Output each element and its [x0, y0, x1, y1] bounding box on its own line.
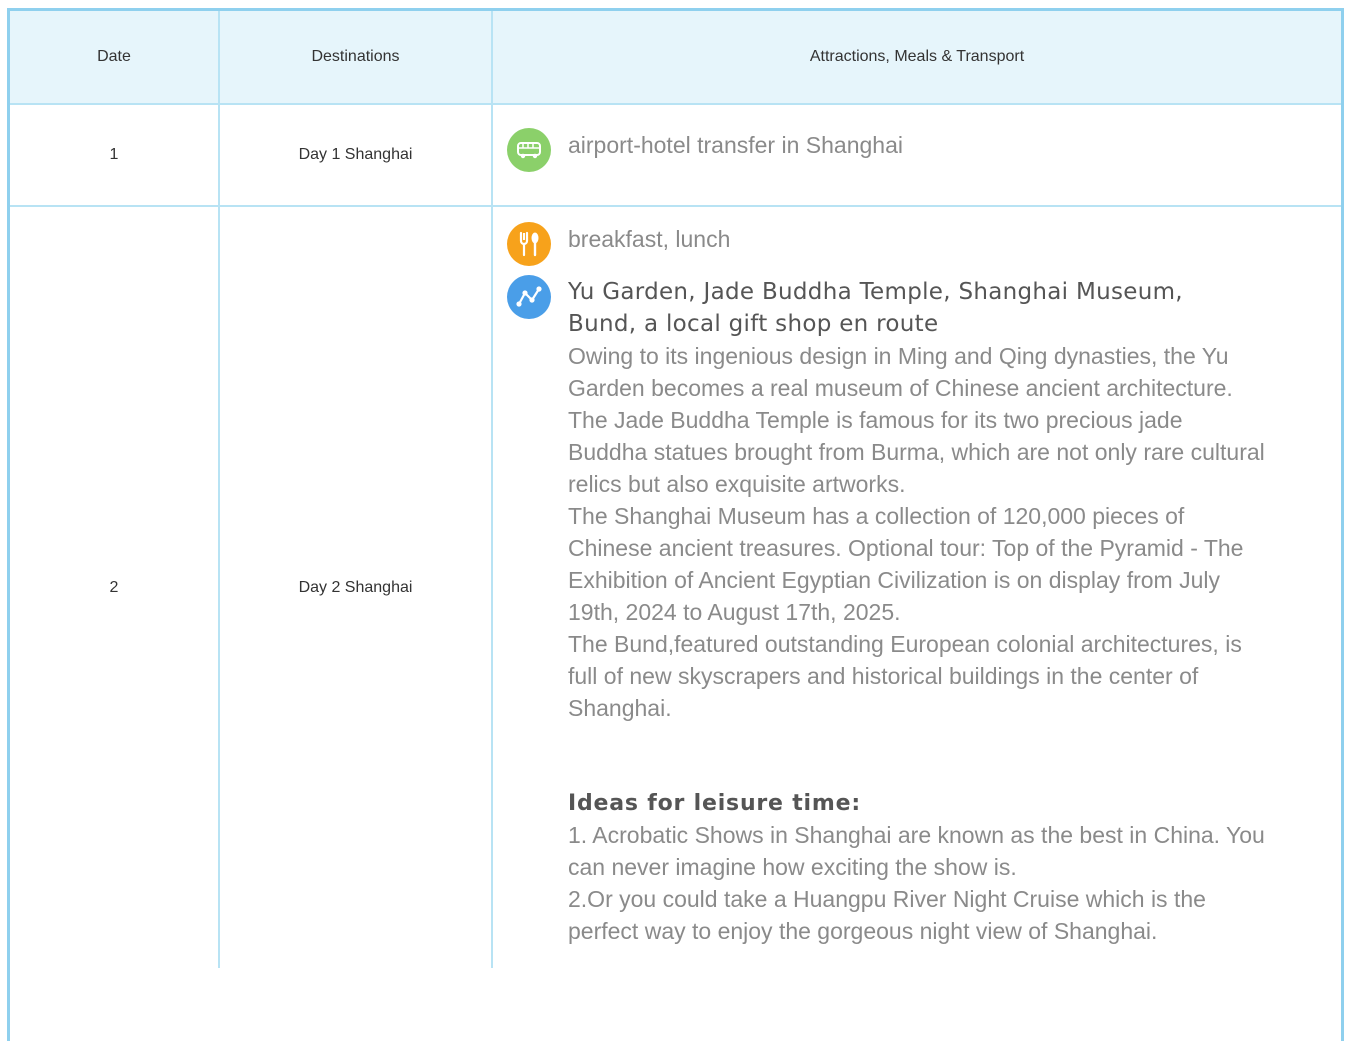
- attractions-title-line: Yu Garden, Jade Buddha Temple, Shanghai …: [568, 279, 1183, 305]
- row2-destination: Day 2 Shanghai: [298, 579, 413, 596]
- fork-knife-icon: [507, 222, 551, 266]
- header-destinations: Destinations: [311, 48, 400, 65]
- row1-date: 1: [109, 146, 119, 163]
- row1-destination: Day 1 Shanghai: [298, 146, 413, 163]
- attractions-title-line: Bund, a local gift shop en route: [568, 311, 939, 337]
- description-bund: The Bund,featured outstanding European c…: [568, 631, 1242, 721]
- leisure-item: 2.Or you could take a Huangpu River Nigh…: [568, 886, 1206, 944]
- itinerary-table: Date Destinations Attractions, Meals & T…: [7, 8, 1344, 1041]
- transport-text: airport-hotel transfer in Shanghai: [568, 132, 903, 158]
- header-date: Date: [97, 48, 131, 65]
- row-divider: [10, 205, 1341, 207]
- bus-icon: [507, 128, 551, 172]
- route-icon: [507, 275, 551, 319]
- leisure-item: 1. Acrobatic Shows in Shanghai are known…: [568, 822, 1265, 880]
- row2-date: 2: [109, 579, 119, 596]
- leisure-list: 1. Acrobatic Shows in Shanghai are known…: [568, 819, 1268, 947]
- description-yu-garden: Owing to its ingenious design in Ming an…: [568, 343, 1233, 401]
- header-attractions: Attractions, Meals & Transport: [809, 48, 1025, 65]
- attractions-descriptions: Owing to its ingenious design in Ming an…: [568, 340, 1268, 724]
- column-divider: [491, 11, 493, 968]
- description-museum: The Shanghai Museum has a collection of …: [568, 503, 1244, 625]
- attractions-title: Yu Garden, Jade Buddha Temple, Shanghai …: [568, 276, 1288, 340]
- meals-text: breakfast, lunch: [568, 226, 731, 252]
- description-jade-buddha: The Jade Buddha Temple is famous for its…: [568, 407, 1265, 497]
- leisure-heading: Ideas for leisure time:: [568, 791, 861, 816]
